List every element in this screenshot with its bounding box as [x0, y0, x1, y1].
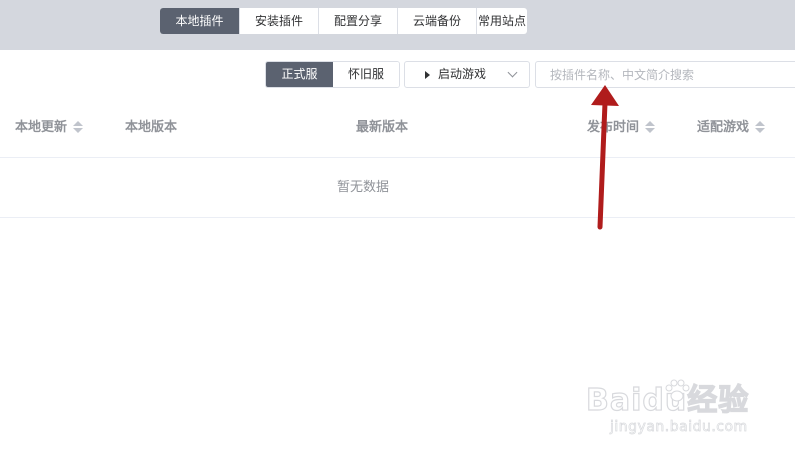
column-header-release-time[interactable]: 发布时间: [587, 98, 656, 157]
sort-icon[interactable]: [645, 120, 656, 134]
column-header-local-version: 本地版本: [125, 98, 177, 157]
top-header: 本地插件 安装插件 配置分享 云端备份 常用站点: [0, 0, 795, 50]
server-toggle-group: 正式服 怀旧服: [265, 61, 400, 88]
column-label: 发布时间: [587, 120, 640, 135]
paw-icon: [665, 379, 690, 402]
column-header-latest-version: 最新版本: [356, 98, 408, 157]
sort-icon[interactable]: [755, 120, 766, 134]
tab-config-share[interactable]: 配置分享: [319, 8, 398, 34]
column-header-local-update[interactable]: 本地更新: [15, 98, 84, 157]
table-body: 暂无数据: [0, 158, 795, 218]
watermark-url: jingyan.baidu.com: [610, 419, 748, 436]
play-icon: [425, 71, 430, 79]
launch-game-dropdown[interactable]: 启动游戏: [404, 61, 530, 88]
plugin-search-input[interactable]: [535, 61, 795, 88]
sort-icon[interactable]: [73, 120, 84, 134]
empty-state-text: 暂无数据: [336, 180, 389, 195]
column-label: 本地版本: [125, 120, 178, 135]
column-label: 本地更新: [15, 120, 68, 135]
official-server-button[interactable]: 正式服: [266, 62, 333, 87]
column-label: 适配游戏: [697, 120, 750, 135]
launch-game-label: 启动游戏: [438, 67, 487, 81]
table-header: 本地更新 本地版本 最新版本 发布时间 适配游戏: [0, 98, 795, 158]
column-header-game-compat[interactable]: 适配游戏: [697, 98, 766, 157]
classic-server-button[interactable]: 怀旧服: [333, 62, 399, 87]
tab-cloud-backup[interactable]: 云端备份: [398, 8, 477, 34]
tab-common-sites[interactable]: 常用站点: [477, 8, 527, 34]
column-label: 最新版本: [356, 120, 409, 135]
chevron-down-icon: [507, 67, 518, 78]
main-tabbar: 本地插件 安装插件 配置分享 云端备份 常用站点: [160, 8, 527, 34]
tab-install-plugins[interactable]: 安装插件: [240, 8, 319, 34]
baidu-jingyan-watermark: Baidu经验 jingyan.baidu.com: [585, 375, 766, 450]
tab-local-plugins[interactable]: 本地插件: [160, 8, 240, 34]
